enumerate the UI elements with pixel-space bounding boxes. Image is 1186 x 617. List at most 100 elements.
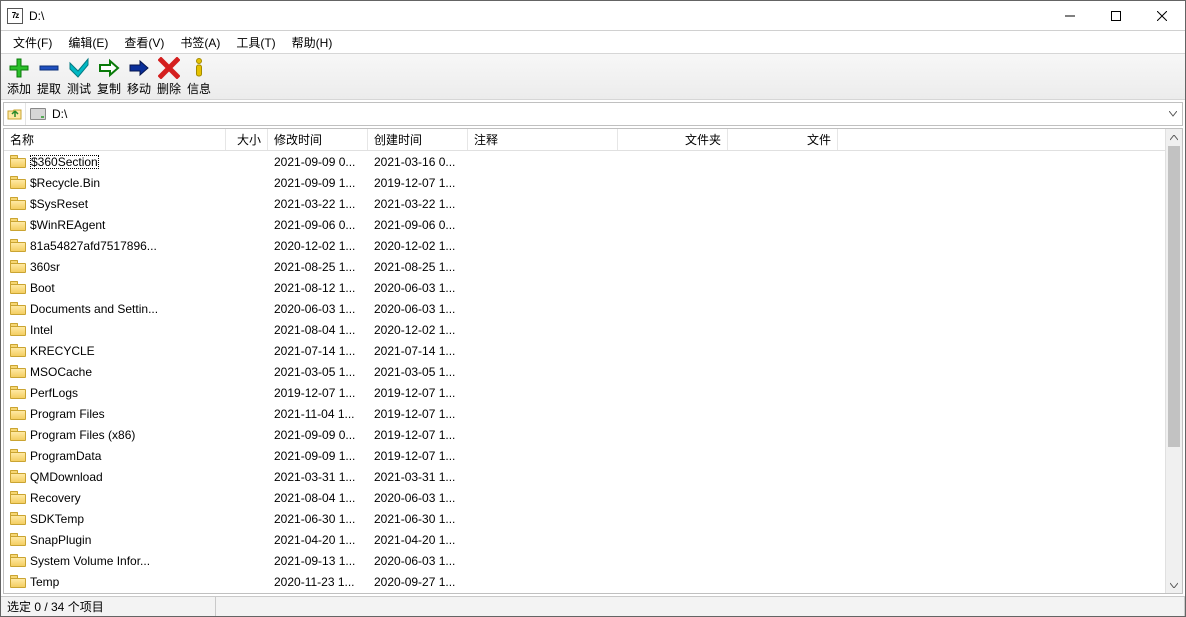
col-folders[interactable]: 文件夹 <box>618 129 728 150</box>
folder-up-icon <box>7 106 23 122</box>
cell-name: 81a54827afd7517896... <box>4 239 226 253</box>
cell-modified: 2021-09-09 1... <box>268 176 368 190</box>
info-icon <box>187 56 211 80</box>
cell-created: 2020-09-27 1... <box>368 575 468 589</box>
cell-name: $Recycle.Bin <box>4 176 226 190</box>
tb-delete-label: 删除 <box>157 81 181 97</box>
scroll-thumb[interactable] <box>1168 146 1180 447</box>
column-headers: 名称 大小 修改时间 创建时间 注释 文件夹 文件 <box>4 129 1165 151</box>
folder-icon <box>10 260 26 273</box>
table-row[interactable]: Recovery2021-08-04 1...2020-06-03 1... <box>4 487 1165 508</box>
folder-icon <box>10 281 26 294</box>
cell-modified: 2021-08-25 1... <box>268 260 368 274</box>
table-row[interactable]: Program Files (x86)2021-09-09 0...2019-1… <box>4 424 1165 445</box>
file-name: PerfLogs <box>30 386 78 400</box>
file-name: $Recycle.Bin <box>30 176 100 190</box>
tb-test[interactable]: 测试 <box>65 56 93 97</box>
file-name: System Volume Infor... <box>30 554 150 568</box>
minimize-button[interactable] <box>1047 1 1093 31</box>
col-created[interactable]: 创建时间 <box>368 129 468 150</box>
maximize-icon <box>1111 11 1121 21</box>
address-dropdown-button[interactable] <box>1164 103 1182 125</box>
table-row[interactable]: Intel2021-08-04 1...2020-12-02 1... <box>4 319 1165 340</box>
cell-name: Program Files (x86) <box>4 428 226 442</box>
address-input[interactable] <box>52 107 1160 121</box>
scroll-down-button[interactable] <box>1166 576 1182 593</box>
cell-name: $SysReset <box>4 197 226 211</box>
folder-icon <box>10 428 26 441</box>
col-name[interactable]: 名称 <box>4 129 226 150</box>
file-list[interactable]: 名称 大小 修改时间 创建时间 注释 文件夹 文件 $360Section202… <box>4 129 1165 593</box>
col-comment[interactable]: 注释 <box>468 129 618 150</box>
toolbar: 添加 提取 测试 复制 <box>1 53 1185 100</box>
address-bar <box>3 102 1183 126</box>
cell-name: Recovery <box>4 491 226 505</box>
tb-info-label: 信息 <box>187 81 211 97</box>
close-button[interactable] <box>1139 1 1185 31</box>
menu-view[interactable]: 查看(V) <box>116 32 172 53</box>
cell-name: PerfLogs <box>4 386 226 400</box>
address-combo[interactable] <box>26 107 1164 121</box>
folder-icon <box>10 491 26 504</box>
cell-created: 2020-06-03 1... <box>368 554 468 568</box>
tb-copy-label: 复制 <box>97 81 121 97</box>
tb-extract-label: 提取 <box>37 81 61 97</box>
col-size[interactable]: 大小 <box>226 129 268 150</box>
col-files[interactable]: 文件 <box>728 129 838 150</box>
tb-add[interactable]: 添加 <box>5 56 33 97</box>
table-row[interactable]: $360Section2021-09-09 0...2021-03-16 0..… <box>4 151 1165 172</box>
table-row[interactable]: Boot2021-08-12 1...2020-06-03 1... <box>4 277 1165 298</box>
minimize-icon <box>1065 11 1075 21</box>
scroll-track[interactable] <box>1166 146 1182 576</box>
table-row[interactable]: Documents and Settin...2020-06-03 1...20… <box>4 298 1165 319</box>
scroll-up-button[interactable] <box>1166 129 1182 146</box>
folder-icon <box>10 365 26 378</box>
tb-extract[interactable]: 提取 <box>35 56 63 97</box>
table-row[interactable]: SDKTemp2021-06-30 1...2021-06-30 1... <box>4 508 1165 529</box>
table-row[interactable]: SnapPlugin2021-04-20 1...2021-04-20 1... <box>4 529 1165 550</box>
window-title: D:\ <box>29 9 44 23</box>
table-row[interactable]: Program Files2021-11-04 1...2019-12-07 1… <box>4 403 1165 424</box>
folder-icon <box>10 407 26 420</box>
cell-modified: 2020-12-02 1... <box>268 239 368 253</box>
menu-tools[interactable]: 工具(T) <box>228 32 283 53</box>
table-row[interactable]: $WinREAgent2021-09-06 0...2021-09-06 0..… <box>4 214 1165 235</box>
folder-icon <box>10 449 26 462</box>
table-row[interactable]: ProgramData2021-09-09 1...2019-12-07 1..… <box>4 445 1165 466</box>
x-icon <box>157 56 181 80</box>
tb-delete[interactable]: 删除 <box>155 56 183 97</box>
cell-name: ProgramData <box>4 449 226 463</box>
tb-move[interactable]: 移动 <box>125 56 153 97</box>
menu-edit[interactable]: 编辑(E) <box>60 32 116 53</box>
tb-info[interactable]: 信息 <box>185 56 213 97</box>
table-row[interactable]: 81a54827afd7517896...2020-12-02 1...2020… <box>4 235 1165 256</box>
maximize-button[interactable] <box>1093 1 1139 31</box>
menu-help[interactable]: 帮助(H) <box>284 32 341 53</box>
tb-copy[interactable]: 复制 <box>95 56 123 97</box>
table-row[interactable]: $SysReset2021-03-22 1...2021-03-22 1... <box>4 193 1165 214</box>
cell-name: MSOCache <box>4 365 226 379</box>
up-button[interactable] <box>4 103 26 125</box>
file-name: ProgramData <box>30 449 101 463</box>
menu-file[interactable]: 文件(F) <box>5 32 60 53</box>
cell-created: 2021-03-22 1... <box>368 197 468 211</box>
table-row[interactable]: Temp2020-11-23 1...2020-09-27 1... <box>4 571 1165 592</box>
vertical-scrollbar[interactable] <box>1165 129 1182 593</box>
table-row[interactable]: PerfLogs2019-12-07 1...2019-12-07 1... <box>4 382 1165 403</box>
col-modified[interactable]: 修改时间 <box>268 129 368 150</box>
file-name: SDKTemp <box>30 512 84 526</box>
cell-name: Program Files <box>4 407 226 421</box>
table-row[interactable]: QMDownload2021-03-31 1...2021-03-31 1... <box>4 466 1165 487</box>
table-row[interactable]: KRECYCLE2021-07-14 1...2021-07-14 1... <box>4 340 1165 361</box>
status-empty <box>216 597 1185 616</box>
table-row[interactable]: System Volume Infor...2021-09-13 1...202… <box>4 550 1165 571</box>
cell-name: KRECYCLE <box>4 344 226 358</box>
cell-name: $360Section <box>4 155 226 169</box>
table-row[interactable]: 360sr2021-08-25 1...2021-08-25 1... <box>4 256 1165 277</box>
cell-modified: 2021-07-14 1... <box>268 344 368 358</box>
menu-bookmarks[interactable]: 书签(A) <box>172 32 228 53</box>
table-row[interactable]: MSOCache2021-03-05 1...2021-03-05 1... <box>4 361 1165 382</box>
table-row[interactable]: $Recycle.Bin2021-09-09 1...2019-12-07 1.… <box>4 172 1165 193</box>
cell-modified: 2020-06-03 1... <box>268 302 368 316</box>
cell-created: 2020-06-03 1... <box>368 281 468 295</box>
